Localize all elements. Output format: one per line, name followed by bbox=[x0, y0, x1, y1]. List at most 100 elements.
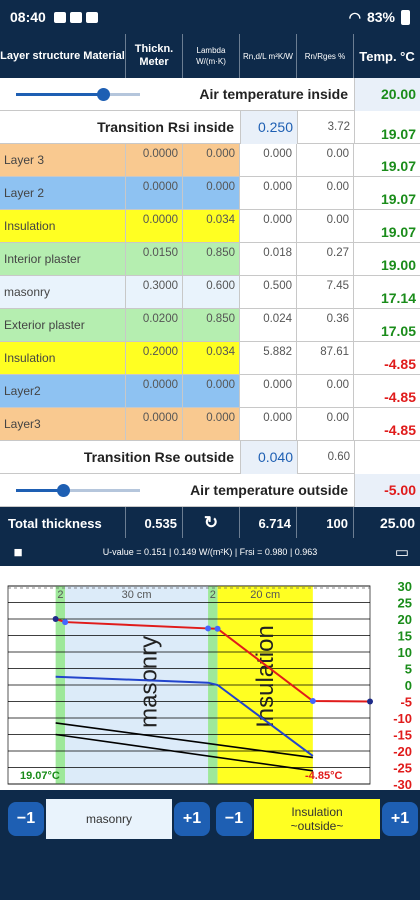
layer-thickness[interactable]: 0.0150 bbox=[126, 243, 183, 275]
layer-temp: 19.07 bbox=[380, 158, 416, 174]
folder-icon[interactable]: ▭ bbox=[384, 543, 420, 561]
y-tick-label: -25 bbox=[393, 761, 412, 776]
y-tick-label: 0 bbox=[405, 678, 412, 693]
refresh-icon[interactable]: ↻ bbox=[183, 507, 240, 539]
layer-name[interactable]: Insulation bbox=[0, 342, 126, 374]
layer-row[interactable]: Layer 3 0.0000 0.000 0.000 0.00 19.07 bbox=[0, 144, 420, 177]
layer-r: 0.500 bbox=[240, 276, 297, 308]
rsi-value[interactable]: 0.250 bbox=[240, 110, 297, 144]
layer-temp: -4.85 bbox=[384, 356, 416, 372]
left-layer-control: −1 masonry +1 bbox=[6, 798, 212, 840]
layer-thickness[interactable]: 0.3000 bbox=[126, 276, 183, 308]
notification-icons bbox=[53, 11, 98, 23]
layer-percent: 0.00 bbox=[297, 210, 354, 242]
layer-thickness[interactable]: 0.0000 bbox=[126, 408, 183, 440]
layer-width-label: 20 cm bbox=[250, 589, 280, 601]
battery-percent: 83% bbox=[366, 9, 395, 25]
layer-lambda[interactable]: 0.000 bbox=[183, 375, 240, 407]
layer-name[interactable]: Layer 3 bbox=[0, 144, 126, 176]
layer-table: Layer structure Material Thickn. Meter L… bbox=[0, 34, 420, 539]
layer-temp: -4.85 bbox=[384, 389, 416, 405]
rse-row: Transition Rse outside 0.040 0.60 bbox=[0, 440, 420, 474]
temperature-point bbox=[52, 616, 59, 622]
layer-percent: 7.45 bbox=[297, 276, 354, 308]
total-percent: 100 bbox=[297, 507, 354, 539]
layer-name[interactable]: Layer3 bbox=[0, 408, 126, 440]
layer-row[interactable]: Layer2 0.0000 0.000 0.000 0.00 -4.85 bbox=[0, 375, 420, 408]
layer-width-label: 30 cm bbox=[122, 589, 152, 601]
layer-row[interactable]: masonry 0.3000 0.600 0.500 7.45 17.14 bbox=[0, 276, 420, 309]
bottom-controls: −1 masonry +1 −1 Insulation ~outside~ +1 bbox=[0, 790, 420, 900]
layer-lambda[interactable]: 0.600 bbox=[183, 276, 240, 308]
layer-rows: Layer 3 0.0000 0.000 0.000 0.00 19.07 Layer 20… bbox=[0, 144, 420, 441]
layer-row[interactable]: Layer 2 0.0000 0.000 0.000 0.00 19.07 bbox=[0, 177, 420, 210]
right-plus-button[interactable]: +1 bbox=[380, 800, 420, 838]
layer-row[interactable]: Exterior plaster 0.0200 0.850 0.024 0.36 17.0… bbox=[0, 309, 420, 342]
region-label-masonry: masonry bbox=[135, 636, 162, 728]
region-label-insulation: Insulation bbox=[252, 625, 279, 728]
left-layer-label[interactable]: masonry bbox=[46, 799, 172, 839]
layer-r: 0.018 bbox=[240, 243, 297, 275]
save-icon[interactable]: ■ bbox=[0, 544, 36, 561]
layer-name[interactable]: masonry bbox=[0, 276, 126, 308]
header-material: Layer structure Material bbox=[0, 34, 126, 78]
total-thickness: 0.535 bbox=[126, 507, 183, 539]
layer-name[interactable]: Insulation bbox=[0, 210, 126, 242]
total-temp: 25.00 bbox=[379, 515, 415, 531]
uvalue-text: U-value = 0.151 | 0.149 W/(m²K) | Frsi =… bbox=[102, 547, 318, 557]
layer-r: 0.000 bbox=[240, 375, 297, 407]
air-inside-temp[interactable]: 20.00 bbox=[354, 77, 420, 111]
layer-thickness[interactable]: 0.0000 bbox=[126, 210, 183, 242]
left-plus-button[interactable]: +1 bbox=[172, 800, 212, 838]
layer-lambda[interactable]: 0.034 bbox=[183, 210, 240, 242]
layer-r: 0.000 bbox=[240, 144, 297, 176]
layer-row[interactable]: Layer3 0.0000 0.000 0.000 0.00 -4.85 bbox=[0, 408, 420, 441]
layer-percent: 87.61 bbox=[297, 342, 354, 374]
layer-row[interactable]: Insulation 0.2000 0.034 5.882 87.61 -4.85 bbox=[0, 342, 420, 375]
layer-thickness[interactable]: 0.0000 bbox=[126, 177, 183, 209]
layer-thickness[interactable]: 0.0000 bbox=[126, 375, 183, 407]
battery-icon bbox=[401, 9, 410, 25]
air-outside-slider-thumb[interactable] bbox=[57, 483, 71, 497]
y-tick-label: -15 bbox=[393, 728, 412, 743]
layer-thickness[interactable]: 0.0000 bbox=[126, 144, 183, 176]
layer-row[interactable]: Interior plaster 0.0150 0.850 0.018 0.27 19.0… bbox=[0, 243, 420, 276]
table-header: Layer structure Material Thickn. Meter L… bbox=[0, 34, 420, 78]
layer-lambda[interactable]: 0.850 bbox=[183, 309, 240, 341]
layer-name[interactable]: Interior plaster bbox=[0, 243, 126, 275]
y-tick-label: 20 bbox=[398, 612, 412, 627]
rse-value[interactable]: 0.040 bbox=[240, 440, 297, 474]
layer-name[interactable]: Layer 2 bbox=[0, 177, 126, 209]
right-layer-label[interactable]: Insulation ~outside~ bbox=[254, 799, 380, 839]
status-time: 08:40 bbox=[10, 9, 46, 25]
air-outside-slider[interactable] bbox=[0, 474, 150, 507]
layer-name[interactable]: Layer2 bbox=[0, 375, 126, 407]
left-minus-button[interactable]: −1 bbox=[6, 800, 46, 838]
layer-thickness[interactable]: 0.2000 bbox=[126, 342, 183, 374]
chart-svg: 30 2520 1510 50 -5-10 -15-20 -25-30 2 30 cm 2 20 c… bbox=[7, 579, 412, 792]
layer-lambda[interactable]: 0.034 bbox=[183, 342, 240, 374]
layer-lambda[interactable]: 0.850 bbox=[183, 243, 240, 275]
layer-r: 5.882 bbox=[240, 342, 297, 374]
right-minus-button[interactable]: −1 bbox=[214, 800, 254, 838]
layer-name[interactable]: Exterior plaster bbox=[0, 309, 126, 341]
layer-thickness[interactable]: 0.0200 bbox=[126, 309, 183, 341]
layer-temp: 17.14 bbox=[380, 290, 416, 306]
header-r: Rn,d/L m²K/W bbox=[240, 34, 297, 78]
total-row: Total thickness 0.535 ↻ 6.714 100 25.00 bbox=[0, 507, 420, 539]
temperature-point bbox=[367, 698, 373, 705]
layer-percent: 0.00 bbox=[297, 375, 354, 407]
rse-label: Transition Rse outside bbox=[83, 449, 234, 465]
uvalue-bar: ■ U-value = 0.151 | 0.149 W/(m²K) | Frsi… bbox=[0, 538, 420, 566]
layer-lambda[interactable]: 0.000 bbox=[183, 144, 240, 176]
temperature-point bbox=[62, 619, 69, 626]
layer-row[interactable]: Insulation 0.0000 0.034 0.000 0.00 19.07 bbox=[0, 210, 420, 243]
layer-r: 0.000 bbox=[240, 210, 297, 242]
layer-lambda[interactable]: 0.000 bbox=[183, 177, 240, 209]
layer-lambda[interactable]: 0.000 bbox=[183, 408, 240, 440]
air-outside-temp[interactable]: -5.00 bbox=[354, 473, 420, 507]
air-inside-slider-thumb[interactable] bbox=[96, 87, 110, 101]
layer-r: 0.000 bbox=[240, 177, 297, 209]
air-inside-slider[interactable] bbox=[0, 78, 150, 111]
layer-width-label: 2 bbox=[210, 589, 216, 601]
